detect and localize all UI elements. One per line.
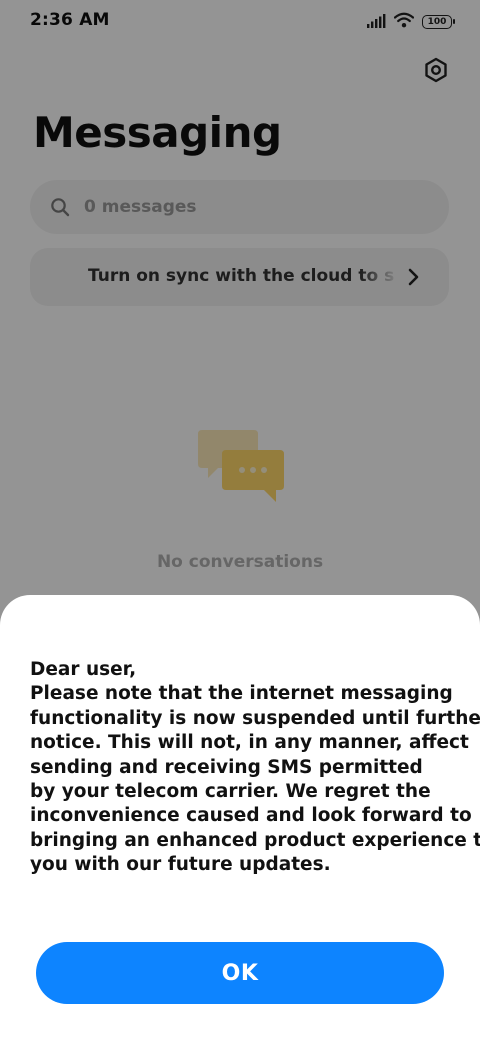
dialog-line: sending and receiving SMS permitted — [30, 756, 423, 778]
dialog-message: Dear user, Please note that the internet… — [30, 658, 480, 878]
dialog-line: inconvenience caused and look forward to — [30, 805, 472, 827]
dialog-line: Please note that the internet messaging — [30, 683, 453, 705]
dialog-line: by your telecom carrier. We regret the — [30, 781, 431, 803]
dialog-line: you with our future updates. — [30, 854, 331, 876]
dialog-line: functionality is now suspended until fur… — [30, 707, 480, 729]
dialog-line: bringing an enhanced product experience … — [30, 829, 480, 851]
ok-button[interactable]: OK — [36, 942, 444, 1004]
dialog-line: Dear user, — [30, 659, 137, 680]
ok-button-label: OK — [221, 960, 259, 986]
notice-dialog: Dear user, Please note that the internet… — [0, 595, 480, 1040]
dialog-line: notice. This will not, in any manner, af… — [30, 732, 469, 754]
